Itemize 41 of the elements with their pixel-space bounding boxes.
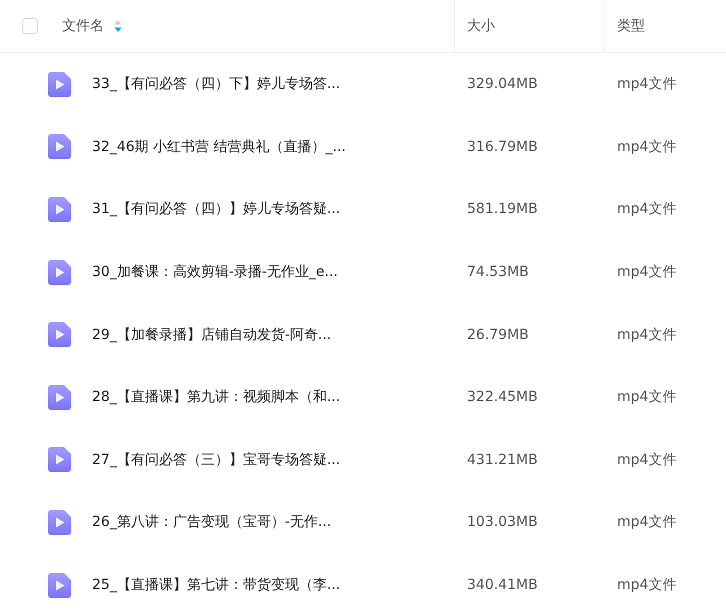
video-file-icon <box>48 72 71 97</box>
video-file-icon <box>48 260 71 285</box>
file-name[interactable]: 27_【有问必答（三）】宝哥专场答疑... <box>92 450 340 469</box>
file-size: 329.04MB <box>466 76 539 92</box>
file-name[interactable]: 25_【直播课】第七讲：带货变现（李... <box>92 576 340 594</box>
video-file-icon <box>48 196 71 222</box>
video-file-icon <box>48 572 71 598</box>
file-size: 431.21MB <box>466 452 539 468</box>
video-file-icon <box>48 384 71 410</box>
select-all-checkbox[interactable] <box>22 18 38 34</box>
video-file-icon <box>48 322 71 348</box>
file-type: mp4文件 <box>616 326 678 344</box>
file-type: mp4文件 <box>616 263 678 282</box>
file-size: 26.79MB <box>466 326 530 343</box>
file-name[interactable]: 26_第八讲：广告变现（宝哥）-无作... <box>92 513 332 532</box>
column-header[interactable]: 大小 <box>467 17 495 35</box>
file-name[interactable]: 31_【有问必答（四）】婷儿专场答疑... <box>92 200 340 218</box>
file-type: mp4文件 <box>616 513 678 532</box>
file-name[interactable]: 28_【直播课】第九讲：视频脚本（和... <box>92 388 340 406</box>
column-header[interactable]: 类型 <box>617 17 645 35</box>
file-size: 74.53MB <box>466 264 530 280</box>
file-type: mp4文件 <box>616 138 678 156</box>
file-type: mp4文件 <box>616 576 678 594</box>
sort-icon[interactable] <box>114 19 122 33</box>
file-size: 103.03MB <box>466 514 539 530</box>
file-name[interactable]: 30_加餐课：高效剪辑-录播-无作业_e... <box>92 263 338 282</box>
file-type: mp4文件 <box>616 200 678 218</box>
file-size: 581.19MB <box>466 201 539 218</box>
file-name[interactable]: 29_【加餐录播】店铺自动发货-阿奇... <box>92 326 332 344</box>
video-file-icon <box>48 134 71 160</box>
file-name[interactable]: 32_46期 小红书营 结营典礼（直播）_... <box>92 138 346 156</box>
file-type: mp4文件 <box>616 75 678 94</box>
file-type: mp4文件 <box>616 450 678 469</box>
file-size: 340.41MB <box>466 577 539 594</box>
column-header[interactable]: 文件名 <box>62 17 104 35</box>
video-file-icon <box>48 510 71 535</box>
file-name[interactable]: 33_【有问必答（四）下】婷儿专场答... <box>92 75 340 94</box>
file-size: 316.79MB <box>466 138 539 155</box>
file-type: mp4文件 <box>616 388 678 406</box>
video-file-icon <box>48 447 71 472</box>
file-size: 322.45MB <box>466 389 539 406</box>
